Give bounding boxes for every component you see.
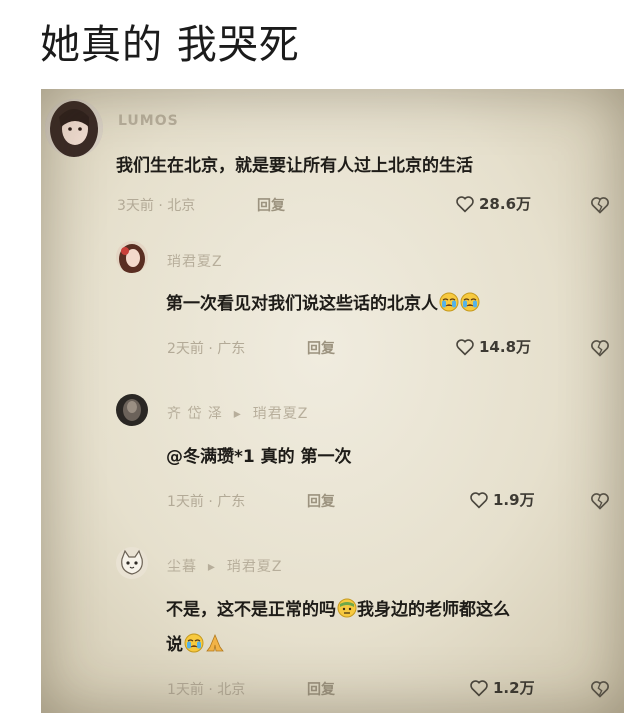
comment-meta: 1天前 · 北京 bbox=[167, 682, 246, 698]
broken-heart-icon[interactable] bbox=[590, 491, 610, 511]
like-count: 14.8万 bbox=[479, 338, 532, 356]
comment-text-line2: 说 bbox=[166, 635, 183, 655]
reply-arrow-icon: ▸ bbox=[228, 406, 248, 422]
comment-text: 不是，这不是正常的吗 我身边的老师都这么 bbox=[166, 595, 510, 620]
post-title: 她真的 我哭死 bbox=[40, 22, 300, 68]
comment-meta: 2天前 · 广东 bbox=[167, 341, 246, 357]
comment-text-body: 第一次看见对我们说这些话的北京人 bbox=[166, 294, 438, 314]
broken-heart-icon[interactable] bbox=[590, 195, 610, 215]
reply-target[interactable]: 琑君夏Z bbox=[227, 559, 283, 575]
reply-target[interactable]: 琑君夏Z bbox=[253, 406, 309, 422]
sweat-emoji-icon bbox=[337, 598, 357, 618]
reply-button[interactable]: 回复 bbox=[257, 195, 285, 215]
username-text: 尘暮 bbox=[167, 559, 197, 575]
comment-text: @冬满瓒*1 真的 第一次 bbox=[166, 447, 352, 467]
like-button[interactable]: 1.2万 bbox=[469, 677, 535, 698]
heart-outline-icon bbox=[456, 338, 474, 356]
like-count: 1.2万 bbox=[493, 679, 535, 697]
reply-button[interactable]: 回复 bbox=[307, 679, 335, 699]
comment-username[interactable]: 尘暮 ▸ 琑君夏Z bbox=[167, 556, 282, 576]
like-count: 1.9万 bbox=[493, 491, 535, 509]
comment-username[interactable]: LUMOS bbox=[118, 113, 179, 129]
comment-username[interactable]: 齐 岱 泽 ▸ 琑君夏Z bbox=[167, 403, 308, 423]
like-button[interactable]: 28.6万 bbox=[455, 193, 531, 214]
reply-arrow-icon: ▸ bbox=[202, 559, 222, 575]
like-button[interactable]: 1.9万 bbox=[469, 489, 535, 510]
comment-meta: 3天前 · 北京 bbox=[117, 198, 196, 214]
heart-outline-icon bbox=[470, 491, 488, 509]
comment-screenshot: LUMOS 我们生在北京，就是要让所有人过上北京的生活 3天前 · 北京 回复 … bbox=[41, 89, 624, 713]
heart-outline-icon bbox=[456, 195, 474, 213]
heart-outline-icon bbox=[470, 679, 488, 697]
reply-button[interactable]: 回复 bbox=[307, 338, 335, 358]
comment-text-line1b: 我身边的老师都这么 bbox=[357, 600, 510, 620]
broken-heart-icon[interactable] bbox=[590, 338, 610, 358]
username-text: 齐 岱 泽 bbox=[167, 406, 223, 422]
avatar[interactable] bbox=[116, 547, 148, 579]
comment-text-line1: 不是，这不是正常的吗 bbox=[166, 600, 336, 620]
crying-emoji-icon bbox=[439, 292, 459, 312]
avatar[interactable] bbox=[116, 241, 148, 273]
reply-button[interactable]: 回复 bbox=[307, 491, 335, 511]
comment-text-continued: 说 bbox=[166, 630, 225, 655]
comment-text: 第一次看见对我们说这些话的北京人 bbox=[166, 289, 480, 314]
comment-text: 我们生在北京，就是要让所有人过上北京的生活 bbox=[116, 156, 473, 176]
crying-emoji-icon bbox=[460, 292, 480, 312]
like-button[interactable]: 14.8万 bbox=[455, 336, 531, 357]
like-count: 28.6万 bbox=[479, 195, 532, 213]
avatar[interactable] bbox=[45, 99, 103, 157]
broken-heart-icon[interactable] bbox=[590, 679, 610, 699]
avatar[interactable] bbox=[116, 394, 148, 426]
comment-meta: 1天前 · 广东 bbox=[167, 494, 246, 510]
comment-username[interactable]: 琑君夏Z bbox=[167, 251, 223, 271]
pray-emoji-icon bbox=[206, 633, 224, 652]
crying-emoji-icon bbox=[184, 633, 204, 653]
